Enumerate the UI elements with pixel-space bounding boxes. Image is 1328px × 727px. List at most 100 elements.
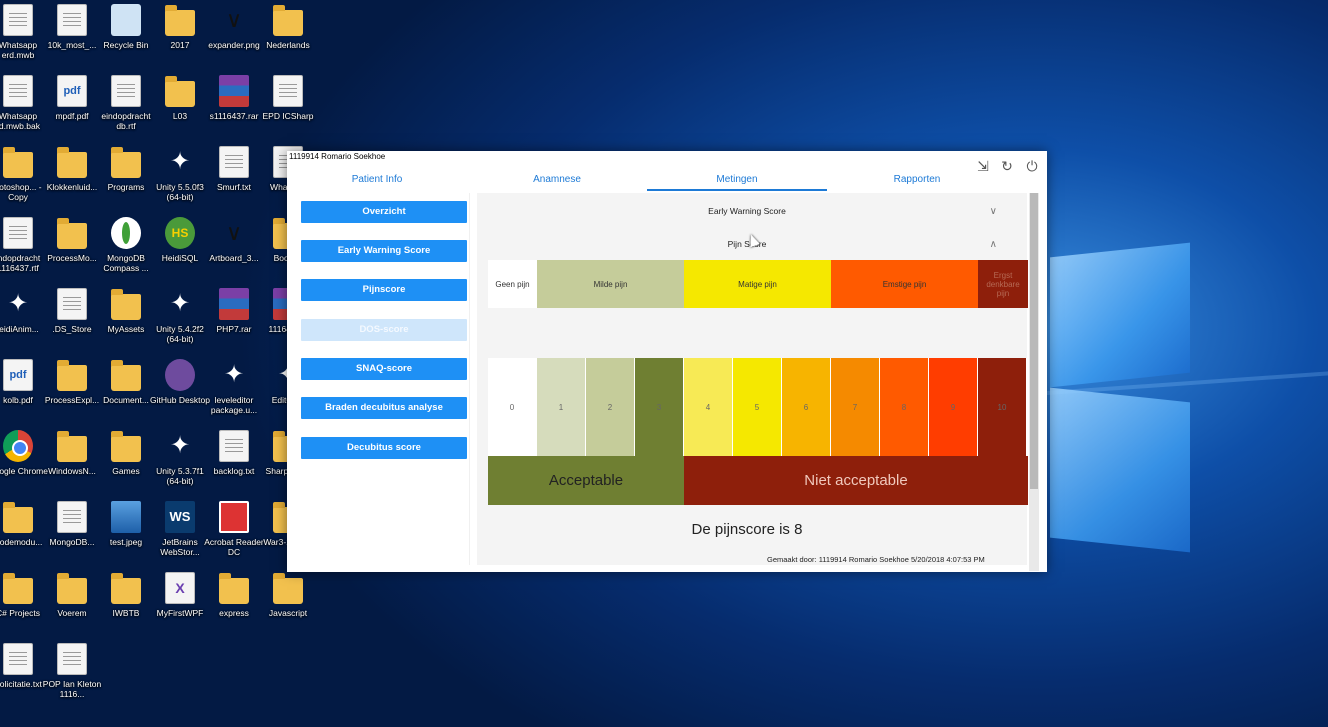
folder-icon bbox=[111, 573, 141, 604]
doc-icon bbox=[57, 288, 87, 320]
folder-icon bbox=[3, 573, 33, 604]
ews-section-header[interactable]: Early Warning Score ∨ bbox=[477, 206, 1017, 217]
tab-bar: Patient Info Anamnese Metingen Rapporten bbox=[287, 173, 1027, 191]
doc-icon bbox=[57, 4, 87, 36]
pijnscore-button[interactable]: Pijnscore bbox=[301, 279, 467, 301]
vs-icon: X bbox=[165, 572, 195, 604]
folder-icon bbox=[111, 431, 141, 462]
pain-cell-4[interactable]: 4 bbox=[684, 358, 733, 456]
windows-logo-wallpaper bbox=[1040, 230, 1328, 610]
doc-icon bbox=[3, 217, 33, 249]
window-title: 1119914 Romario Soekhoe bbox=[289, 152, 386, 161]
legend-ergst-denkbare-pijn: Ergst denkbare pijn bbox=[978, 260, 1028, 308]
desktop-icon[interactable]: Javascript bbox=[256, 570, 320, 618]
doc-icon bbox=[111, 75, 141, 107]
export-icon[interactable]: ⇲ bbox=[975, 158, 991, 174]
doc-icon bbox=[273, 75, 303, 107]
unity-icon: ✦ bbox=[169, 148, 191, 175]
sidebar: Overzicht Early Warning Score Pijnscore … bbox=[298, 193, 470, 565]
not-acceptable-band: Niet acceptable bbox=[684, 456, 1028, 505]
pdf-icon: pdf bbox=[3, 359, 33, 391]
snaq-score-button[interactable]: SNAQ-score bbox=[301, 358, 467, 380]
doc-icon bbox=[219, 430, 249, 462]
braden-decubitus-button[interactable]: Braden decubitus analyse bbox=[301, 397, 467, 419]
folder-icon bbox=[57, 431, 87, 462]
doc-icon bbox=[57, 643, 87, 675]
ws-icon: WS bbox=[165, 501, 195, 533]
pain-cell-0[interactable]: 0 bbox=[488, 358, 537, 456]
folder-icon bbox=[3, 502, 33, 533]
ews-section-label: Early Warning Score bbox=[708, 206, 786, 216]
recycle-icon bbox=[111, 4, 141, 36]
power-icon[interactable]: ⏻ bbox=[1024, 158, 1040, 174]
pdf-icon: pdf bbox=[57, 75, 87, 107]
tab-patient-info[interactable]: Patient Info bbox=[287, 173, 467, 191]
pain-cell-9[interactable]: 9 bbox=[929, 358, 978, 456]
unity-icon: ✦ bbox=[169, 290, 191, 317]
legend-matige-pijn: Matige pijn bbox=[684, 260, 831, 308]
desktop-icon[interactable]: Nederlands bbox=[256, 2, 320, 50]
folder-icon bbox=[111, 360, 141, 391]
folder-icon bbox=[165, 5, 195, 36]
pain-score-cells: 0 1 2 3 4 5 6 7 8 9 10 bbox=[488, 358, 1028, 456]
legend-geen-pijn: Geen pijn bbox=[488, 260, 537, 308]
desktop-icon[interactable]: EPD ICSharp bbox=[256, 73, 320, 121]
desktop-icon[interactable]: POP Ian Kleton 1116... bbox=[40, 641, 104, 699]
acceptable-band: Acceptable bbox=[488, 456, 684, 505]
doc-icon bbox=[57, 501, 87, 533]
folder-icon bbox=[57, 147, 87, 178]
pain-cell-1[interactable]: 1 bbox=[537, 358, 586, 456]
desktop-icon-label: Javascript bbox=[268, 608, 308, 618]
pain-cell-7[interactable]: 7 bbox=[831, 358, 880, 456]
heidi-icon: HS bbox=[165, 217, 195, 249]
app-window: 1119914 Romario Soekhoe ⇲ ↻ ⏻ Patient In… bbox=[287, 151, 1047, 572]
pain-cell-10[interactable]: 10 bbox=[978, 358, 1027, 456]
img-icon bbox=[111, 501, 141, 533]
sync-icon[interactable]: ↻ bbox=[999, 158, 1015, 174]
acrobat-icon bbox=[219, 501, 249, 533]
folder-icon bbox=[57, 573, 87, 604]
pain-cell-6[interactable]: 6 bbox=[782, 358, 831, 456]
chrome-icon bbox=[3, 430, 33, 462]
folder-icon bbox=[219, 573, 249, 604]
folder-icon bbox=[273, 573, 303, 604]
dos-score-button[interactable]: DOS-score bbox=[301, 319, 467, 341]
unity-icon: ✦ bbox=[223, 361, 245, 388]
folder-icon bbox=[57, 218, 87, 249]
doc-icon bbox=[219, 146, 249, 178]
scrollbar-thumb[interactable] bbox=[1030, 193, 1038, 489]
tab-rapporten[interactable]: Rapporten bbox=[827, 173, 1007, 191]
doc-icon bbox=[3, 643, 33, 675]
legend-milde-pijn: Milde pijn bbox=[537, 260, 684, 308]
unity-icon: ✦ bbox=[169, 432, 191, 459]
folder-icon bbox=[165, 76, 195, 107]
desktop-icon-label: Nederlands bbox=[266, 40, 310, 50]
pain-cell-5[interactable]: 5 bbox=[733, 358, 782, 456]
pain-score-result: De pijnscore is 8 bbox=[691, 521, 803, 538]
pain-cell-3[interactable]: 3 bbox=[635, 358, 684, 456]
rar-icon bbox=[219, 75, 249, 107]
decubitus-score-button[interactable]: Decubitus score bbox=[301, 437, 467, 459]
chevron-down-icon[interactable]: ∨ bbox=[990, 206, 997, 217]
legend-emstige-pijn: Emstige pijn bbox=[831, 260, 978, 308]
folder-icon bbox=[3, 147, 33, 178]
unity-icon: ✦ bbox=[7, 290, 29, 317]
doc-icon bbox=[3, 75, 33, 107]
folder-icon bbox=[111, 289, 141, 320]
folder-icon bbox=[57, 360, 87, 391]
tab-anamnese[interactable]: Anamnese bbox=[467, 173, 647, 191]
expander-icon: ∨ bbox=[225, 7, 243, 32]
created-by-footer: Gemaakt door: 1119914 Romario Soekhoe 5/… bbox=[767, 555, 985, 564]
overzicht-button[interactable]: Overzicht bbox=[301, 201, 467, 223]
rar-icon bbox=[219, 288, 249, 320]
tab-metingen[interactable]: Metingen bbox=[647, 173, 827, 191]
doc-icon bbox=[3, 4, 33, 36]
pain-cell-8[interactable]: 8 bbox=[880, 358, 929, 456]
github-icon bbox=[165, 359, 195, 391]
chevron-up-icon[interactable]: ∧ bbox=[990, 239, 997, 250]
early-warning-score-button[interactable]: Early Warning Score bbox=[301, 240, 467, 262]
scrollbar[interactable] bbox=[1029, 193, 1039, 571]
folder-icon bbox=[273, 5, 303, 36]
desktop-icon-label: POP Ian Kleton 1116... bbox=[42, 679, 102, 699]
pain-cell-2[interactable]: 2 bbox=[586, 358, 635, 456]
